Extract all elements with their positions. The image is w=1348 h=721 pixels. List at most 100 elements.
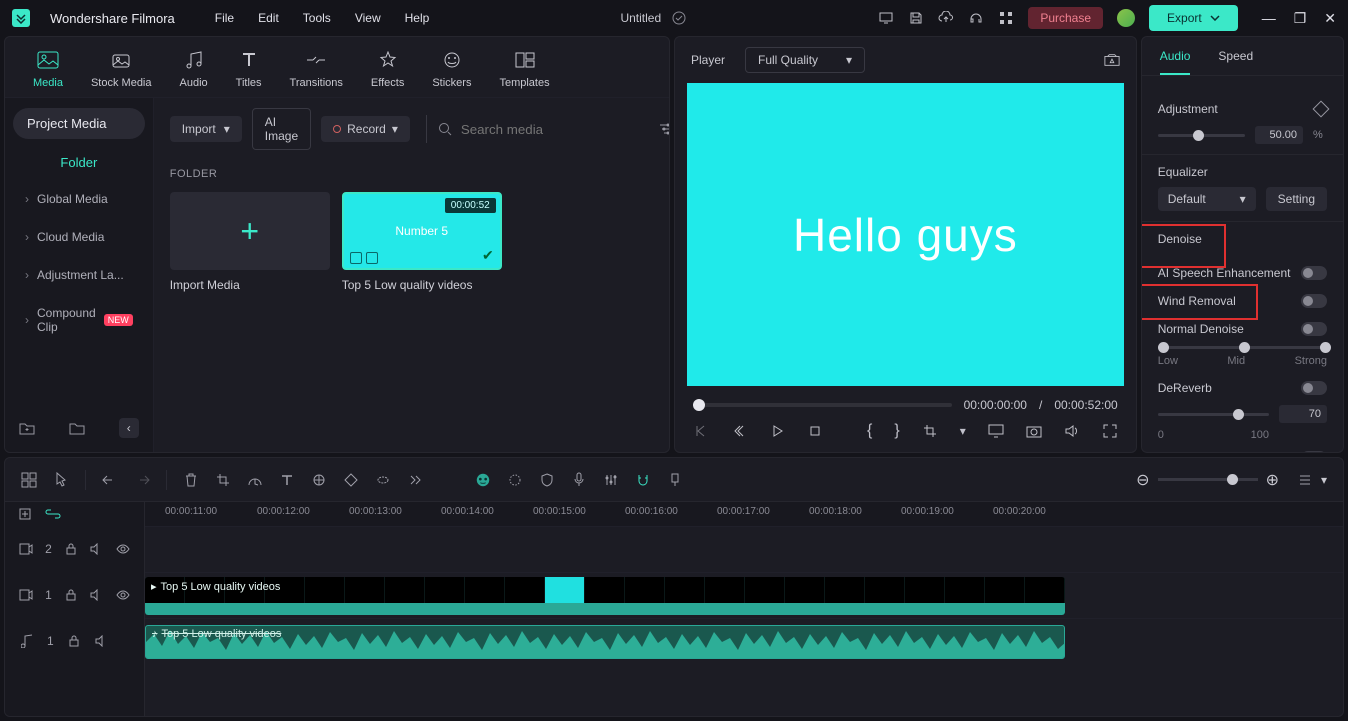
track-header-v1[interactable]: 1 <box>5 572 144 618</box>
lock-icon[interactable] <box>64 541 78 557</box>
redo-icon[interactable] <box>134 472 150 488</box>
tl-layout-icon[interactable] <box>21 472 37 488</box>
denoise-level-slider[interactable] <box>1158 346 1327 349</box>
eye-icon[interactable] <box>116 587 130 603</box>
display-icon[interactable] <box>988 423 1004 439</box>
zoom-out-icon[interactable]: ⊖ <box>1136 470 1149 490</box>
cloud-upload-icon[interactable] <box>938 10 954 26</box>
menu-edit[interactable]: Edit <box>258 11 279 25</box>
user-avatar[interactable] <box>1117 9 1135 27</box>
quality-dropdown[interactable]: Full Quality▾ <box>745 47 865 73</box>
play-icon[interactable] <box>769 423 785 439</box>
sidebar-project-media[interactable]: Project Media <box>13 108 145 139</box>
step-back-icon[interactable] <box>731 423 747 439</box>
normal-denoise-toggle[interactable] <box>1301 322 1327 336</box>
volume-icon[interactable] <box>1064 423 1080 439</box>
menu-tools[interactable]: Tools <box>303 11 331 25</box>
equalizer-setting-button[interactable]: Setting <box>1266 187 1327 211</box>
device-icon[interactable] <box>878 10 894 26</box>
track-header-v2[interactable]: 2 <box>5 526 144 572</box>
rtab-speed[interactable]: Speed <box>1218 49 1253 75</box>
audio-clip[interactable]: ♪Top 5 Low quality videos <box>145 625 1065 659</box>
sidebar-collapse[interactable]: ‹ <box>119 418 139 438</box>
dereverb-slider[interactable] <box>1158 413 1269 416</box>
rtab-audio[interactable]: Audio <box>1160 49 1191 75</box>
adjustment-slider[interactable] <box>1158 134 1245 137</box>
folder-icon[interactable] <box>69 420 85 436</box>
sidebar-item-adjustment[interactable]: ›Adjustment La... <box>13 258 145 292</box>
tab-titles[interactable]: Titles <box>236 49 262 89</box>
more-tools-icon[interactable] <box>407 472 423 488</box>
window-minimize[interactable]: — <box>1262 10 1276 27</box>
scrub-head[interactable] <box>693 399 705 411</box>
ai-robot-icon[interactable] <box>475 472 491 488</box>
prev-clip-icon[interactable] <box>693 423 709 439</box>
menu-help[interactable]: Help <box>405 11 430 25</box>
crop-tool-icon[interactable] <box>215 472 231 488</box>
wind-removal-toggle[interactable] <box>1301 294 1327 308</box>
import-card[interactable]: + Import Media <box>170 192 330 292</box>
mark-out-icon[interactable]: } <box>894 422 899 440</box>
speed-tool-icon[interactable] <box>247 472 263 488</box>
tl-effect-icon[interactable] <box>507 472 523 488</box>
mute-icon[interactable] <box>90 541 104 557</box>
zoom-slider[interactable] <box>1158 478 1258 481</box>
export-button[interactable]: Export <box>1149 5 1238 31</box>
dereverb-toggle[interactable] <box>1301 381 1327 395</box>
timeline-ruler[interactable]: 00:00:11:0000:00:12:0000:00:13:0000:00:1… <box>145 502 1343 526</box>
crop-icon[interactable] <box>922 423 938 439</box>
chevron-down-icon[interactable]: ▾ <box>960 424 966 438</box>
record-dropdown[interactable]: Record▾ <box>321 116 410 142</box>
lock-icon[interactable] <box>64 587 78 603</box>
media-clip-card[interactable]: 00:00:52 Number 5 ✔ Top 5 Low quality vi… <box>342 192 502 292</box>
snapshot-icon[interactable] <box>1104 52 1120 68</box>
adjustment-value[interactable]: 50.00 <box>1255 126 1303 144</box>
sidebar-item-cloud[interactable]: ›Cloud Media <box>13 220 145 254</box>
save-icon[interactable] <box>908 10 924 26</box>
hum-removal-toggle[interactable] <box>1301 451 1327 453</box>
scrub-bar[interactable] <box>693 403 952 407</box>
filter-icon[interactable] <box>658 121 670 137</box>
equalizer-preset-select[interactable]: Default▾ <box>1158 187 1256 211</box>
magnetic-icon[interactable] <box>635 472 651 488</box>
tab-effects[interactable]: Effects <box>371 49 404 89</box>
import-dropdown[interactable]: Import▾ <box>170 116 242 142</box>
undo-icon[interactable] <box>102 472 118 488</box>
tab-stock[interactable]: Stock Media <box>91 49 152 89</box>
lock-icon[interactable] <box>66 633 82 649</box>
keyframe-tool-icon[interactable] <box>343 472 359 488</box>
track-a1[interactable]: ♪Top 5 Low quality videos <box>145 618 1343 664</box>
menu-view[interactable]: View <box>355 11 381 25</box>
menu-file[interactable]: File <box>215 11 234 25</box>
fullscreen-icon[interactable] <box>1102 423 1118 439</box>
sidebar-item-global[interactable]: ›Global Media <box>13 182 145 216</box>
ai-image-button[interactable]: AI Image <box>252 108 311 150</box>
chevron-down-icon[interactable]: ▾ <box>1321 473 1327 487</box>
tab-templates[interactable]: Templates <box>499 49 549 89</box>
headphones-icon[interactable] <box>968 10 984 26</box>
tab-transitions[interactable]: Transitions <box>290 49 343 89</box>
keyframe-diamond-icon[interactable] <box>1313 101 1330 118</box>
mute-icon[interactable] <box>94 633 110 649</box>
tl-view-icon[interactable] <box>1297 472 1313 488</box>
add-track-icon[interactable] <box>17 506 33 522</box>
mute-icon[interactable] <box>90 587 104 603</box>
text-tool-icon[interactable] <box>279 472 295 488</box>
window-close[interactable]: ✕ <box>1324 10 1336 27</box>
mark-in-icon[interactable]: { <box>867 422 872 440</box>
window-maximize[interactable]: ❐ <box>1294 10 1307 27</box>
video-clip[interactable]: ▸Top 5 Low quality videos <box>145 577 1065 615</box>
marker-icon[interactable] <box>667 472 683 488</box>
apps-icon[interactable] <box>998 10 1014 26</box>
tab-audio[interactable]: Audio <box>180 49 208 89</box>
search-input[interactable] <box>461 122 638 137</box>
sidebar-item-compound[interactable]: ›Compound ClipNEW <box>13 296 145 344</box>
mask-tool-icon[interactable] <box>375 472 391 488</box>
track-header-a1[interactable]: 1 <box>5 618 144 664</box>
eye-icon[interactable] <box>116 541 130 557</box>
mixer-icon[interactable] <box>603 472 619 488</box>
preview-canvas[interactable]: Hello guys <box>687 83 1124 386</box>
tl-shield-icon[interactable] <box>539 472 555 488</box>
ai-speech-toggle[interactable] <box>1301 266 1327 280</box>
tab-stickers[interactable]: Stickers <box>432 49 471 89</box>
